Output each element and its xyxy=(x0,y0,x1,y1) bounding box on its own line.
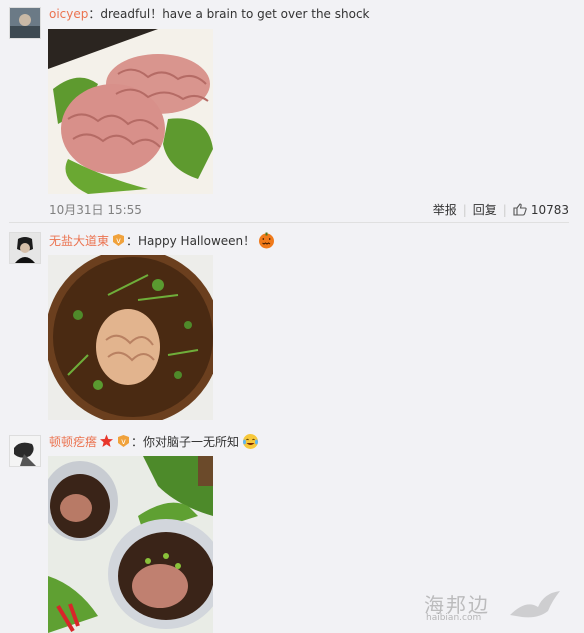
comment-image[interactable] xyxy=(48,29,213,194)
comment-text: Happy Halloween！ xyxy=(138,234,256,248)
laughing-tears-icon xyxy=(242,433,259,450)
avatar[interactable] xyxy=(9,232,41,264)
watermark-domain: haibian.com xyxy=(426,613,482,623)
author-name[interactable]: oicyep xyxy=(49,7,88,21)
pumpkin-icon xyxy=(258,232,275,249)
thumbs-up-icon xyxy=(513,203,527,219)
star-icon xyxy=(99,434,114,448)
watermark-logo: 海邦边 haibian.com xyxy=(424,589,564,625)
svg-text:v: v xyxy=(121,437,126,446)
comment-text: 你对脑子一无所知 xyxy=(143,435,240,449)
like-button[interactable]: 10783 xyxy=(513,203,569,217)
report-button[interactable]: 举报 xyxy=(433,203,457,217)
bird-icon xyxy=(508,589,562,626)
comment-item: 无盐大道東 v ：Happy Halloween！ xyxy=(0,223,584,423)
comment-time: 10月31日 15:55 xyxy=(49,203,142,217)
comment-image[interactable] xyxy=(48,456,213,633)
svg-text:v: v xyxy=(116,236,121,245)
author-name[interactable]: 顿顿疙瘩 xyxy=(49,435,97,449)
member-badge-icon: v xyxy=(111,233,126,247)
comment-image[interactable] xyxy=(48,255,213,420)
comment-text: dreadful！have a brain to get over the sh… xyxy=(100,7,370,21)
member-badge-icon: v xyxy=(116,434,131,448)
comment-item: oicyep：dreadful！have a brain to get over… xyxy=(0,0,584,222)
reply-button[interactable]: 回复 xyxy=(473,203,497,217)
avatar[interactable] xyxy=(9,435,41,467)
author-name[interactable]: 无盐大道東 xyxy=(49,234,109,248)
like-count: 10783 xyxy=(530,203,569,217)
avatar[interactable] xyxy=(9,7,41,39)
